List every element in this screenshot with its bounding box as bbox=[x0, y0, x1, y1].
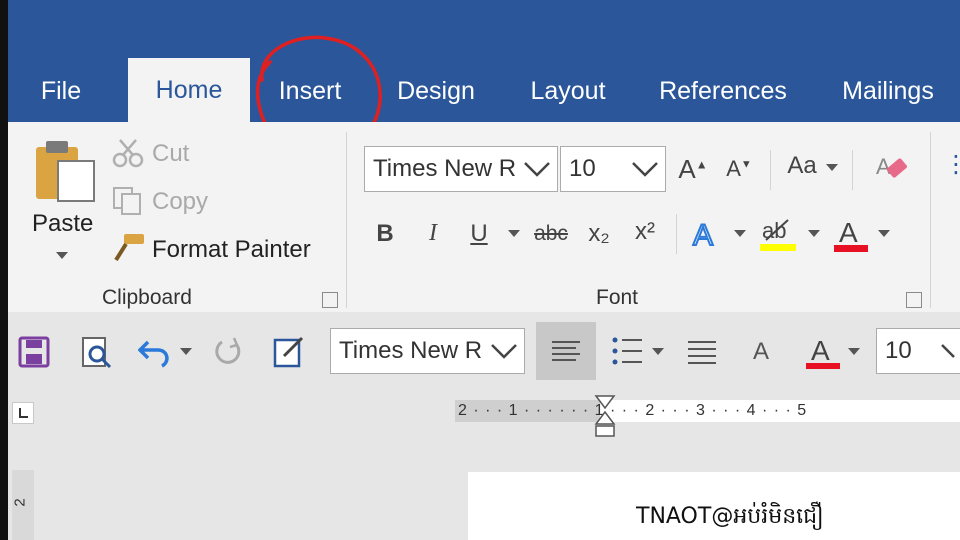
underline-button[interactable]: U bbox=[466, 220, 492, 248]
line-spacing-icon[interactable] bbox=[684, 338, 720, 368]
copy-icon bbox=[113, 187, 141, 215]
paste-icon[interactable] bbox=[32, 137, 98, 203]
ribbon-tab-bar: File Home Insert Design Layout Reference… bbox=[0, 0, 960, 122]
redo-icon[interactable] bbox=[212, 336, 246, 370]
font-dialog-launcher[interactable] bbox=[906, 292, 922, 308]
undo-icon[interactable] bbox=[138, 336, 178, 368]
group-divider bbox=[930, 132, 931, 308]
indent-marker-icon[interactable] bbox=[594, 394, 616, 440]
print-preview-icon[interactable] bbox=[80, 336, 114, 370]
svg-text:A: A bbox=[876, 154, 891, 179]
bullets-icon[interactable]: ⋮ bbox=[944, 150, 960, 179]
divider bbox=[852, 150, 853, 190]
divider bbox=[676, 214, 677, 254]
undo-dropdown-icon[interactable] bbox=[180, 348, 192, 356]
qat-font-name-value: Times New R bbox=[339, 337, 483, 364]
ruler-marks: 2 · · · 1 · · · · · · 1 · · · 2 · · · 3 … bbox=[458, 402, 808, 419]
chevron-down-icon[interactable] bbox=[490, 343, 518, 359]
clipboard-dialog-launcher[interactable] bbox=[322, 292, 338, 308]
qat-font-color-icon[interactable]: A bbox=[804, 330, 842, 374]
italic-button[interactable]: I bbox=[420, 220, 446, 247]
change-case-button[interactable]: Aa bbox=[782, 152, 822, 180]
font-size-combo[interactable]: 10 bbox=[560, 146, 666, 192]
scissors-icon bbox=[112, 139, 144, 168]
tab-selector[interactable] bbox=[12, 402, 34, 424]
format-painter-icon bbox=[114, 234, 144, 262]
qat-font-name-combo[interactable]: Times New R bbox=[330, 328, 525, 374]
align-left-icon bbox=[552, 341, 580, 361]
shrink-font-icon[interactable]: A▼ bbox=[724, 156, 754, 182]
change-case-dropdown-icon[interactable] bbox=[826, 164, 838, 172]
paste-dropdown-icon[interactable] bbox=[56, 252, 68, 260]
qat-font-size-combo[interactable]: 10 bbox=[876, 328, 960, 374]
text-effects-icon[interactable]: A bbox=[690, 214, 726, 254]
watermark-text: TNAOT@អប់រំមិនជឿ bbox=[636, 498, 886, 536]
chevron-down-icon[interactable] bbox=[631, 161, 659, 177]
grow-font-icon[interactable]: A▲ bbox=[678, 154, 708, 185]
styles-button[interactable]: A bbox=[746, 338, 776, 366]
align-left-button[interactable] bbox=[536, 322, 596, 380]
vertical-ruler[interactable]: 2 bbox=[12, 470, 34, 540]
qat-font-color-dropdown-icon[interactable] bbox=[848, 348, 860, 356]
cut-button[interactable]: Cut bbox=[152, 140, 189, 168]
bullet-list-icon[interactable] bbox=[610, 334, 646, 370]
chevron-down-icon[interactable] bbox=[523, 161, 551, 177]
left-tab-icon bbox=[19, 408, 28, 418]
svg-text:A: A bbox=[693, 219, 713, 252]
font-name-value: Times New R bbox=[373, 155, 517, 182]
group-divider bbox=[346, 132, 347, 308]
tab-file[interactable]: File bbox=[28, 72, 94, 110]
tab-mailings[interactable]: Mailings bbox=[832, 72, 944, 110]
subscript-button[interactable]: x₂ bbox=[582, 220, 616, 248]
superscript-button[interactable]: x² bbox=[628, 218, 662, 246]
edit-document-icon[interactable] bbox=[272, 334, 308, 370]
font-color-dropdown-icon[interactable] bbox=[878, 230, 890, 238]
highlight-dropdown-icon[interactable] bbox=[808, 230, 820, 238]
font-size-value: 10 bbox=[569, 155, 596, 182]
clipboard-group-label: Clipboard bbox=[102, 286, 192, 309]
underline-dropdown-icon[interactable] bbox=[508, 230, 520, 238]
tab-design[interactable]: Design bbox=[390, 72, 482, 110]
vertical-ruler-mark: 2 bbox=[11, 498, 29, 507]
save-icon[interactable] bbox=[18, 336, 50, 368]
tab-references[interactable]: References bbox=[655, 72, 791, 110]
font-name-combo[interactable]: Times New R bbox=[364, 146, 558, 192]
clear-formatting-icon[interactable]: A bbox=[874, 150, 910, 186]
copy-button[interactable]: Copy bbox=[152, 188, 208, 216]
highlight-color-icon[interactable]: ab bbox=[758, 212, 798, 256]
tab-home[interactable]: Home bbox=[128, 58, 250, 122]
divider bbox=[770, 150, 771, 190]
strikethrough-button[interactable]: abc bbox=[530, 222, 572, 246]
chevron-down-icon[interactable] bbox=[940, 343, 960, 359]
font-group-label: Font bbox=[596, 286, 639, 309]
bullet-list-dropdown-icon[interactable] bbox=[652, 348, 664, 356]
text-effects-dropdown-icon[interactable] bbox=[734, 230, 746, 238]
tab-layout[interactable]: Layout bbox=[522, 72, 614, 110]
paste-button[interactable]: Paste bbox=[32, 210, 93, 238]
font-color-letter: A bbox=[839, 217, 858, 248]
format-painter-button[interactable]: Format Painter bbox=[152, 236, 311, 264]
qat-font-size-value: 10 bbox=[885, 337, 912, 364]
qat-font-color-letter: A bbox=[811, 335, 830, 366]
font-color-icon[interactable]: A bbox=[832, 212, 870, 256]
window-edge bbox=[0, 0, 8, 540]
bold-button[interactable]: B bbox=[372, 220, 398, 248]
